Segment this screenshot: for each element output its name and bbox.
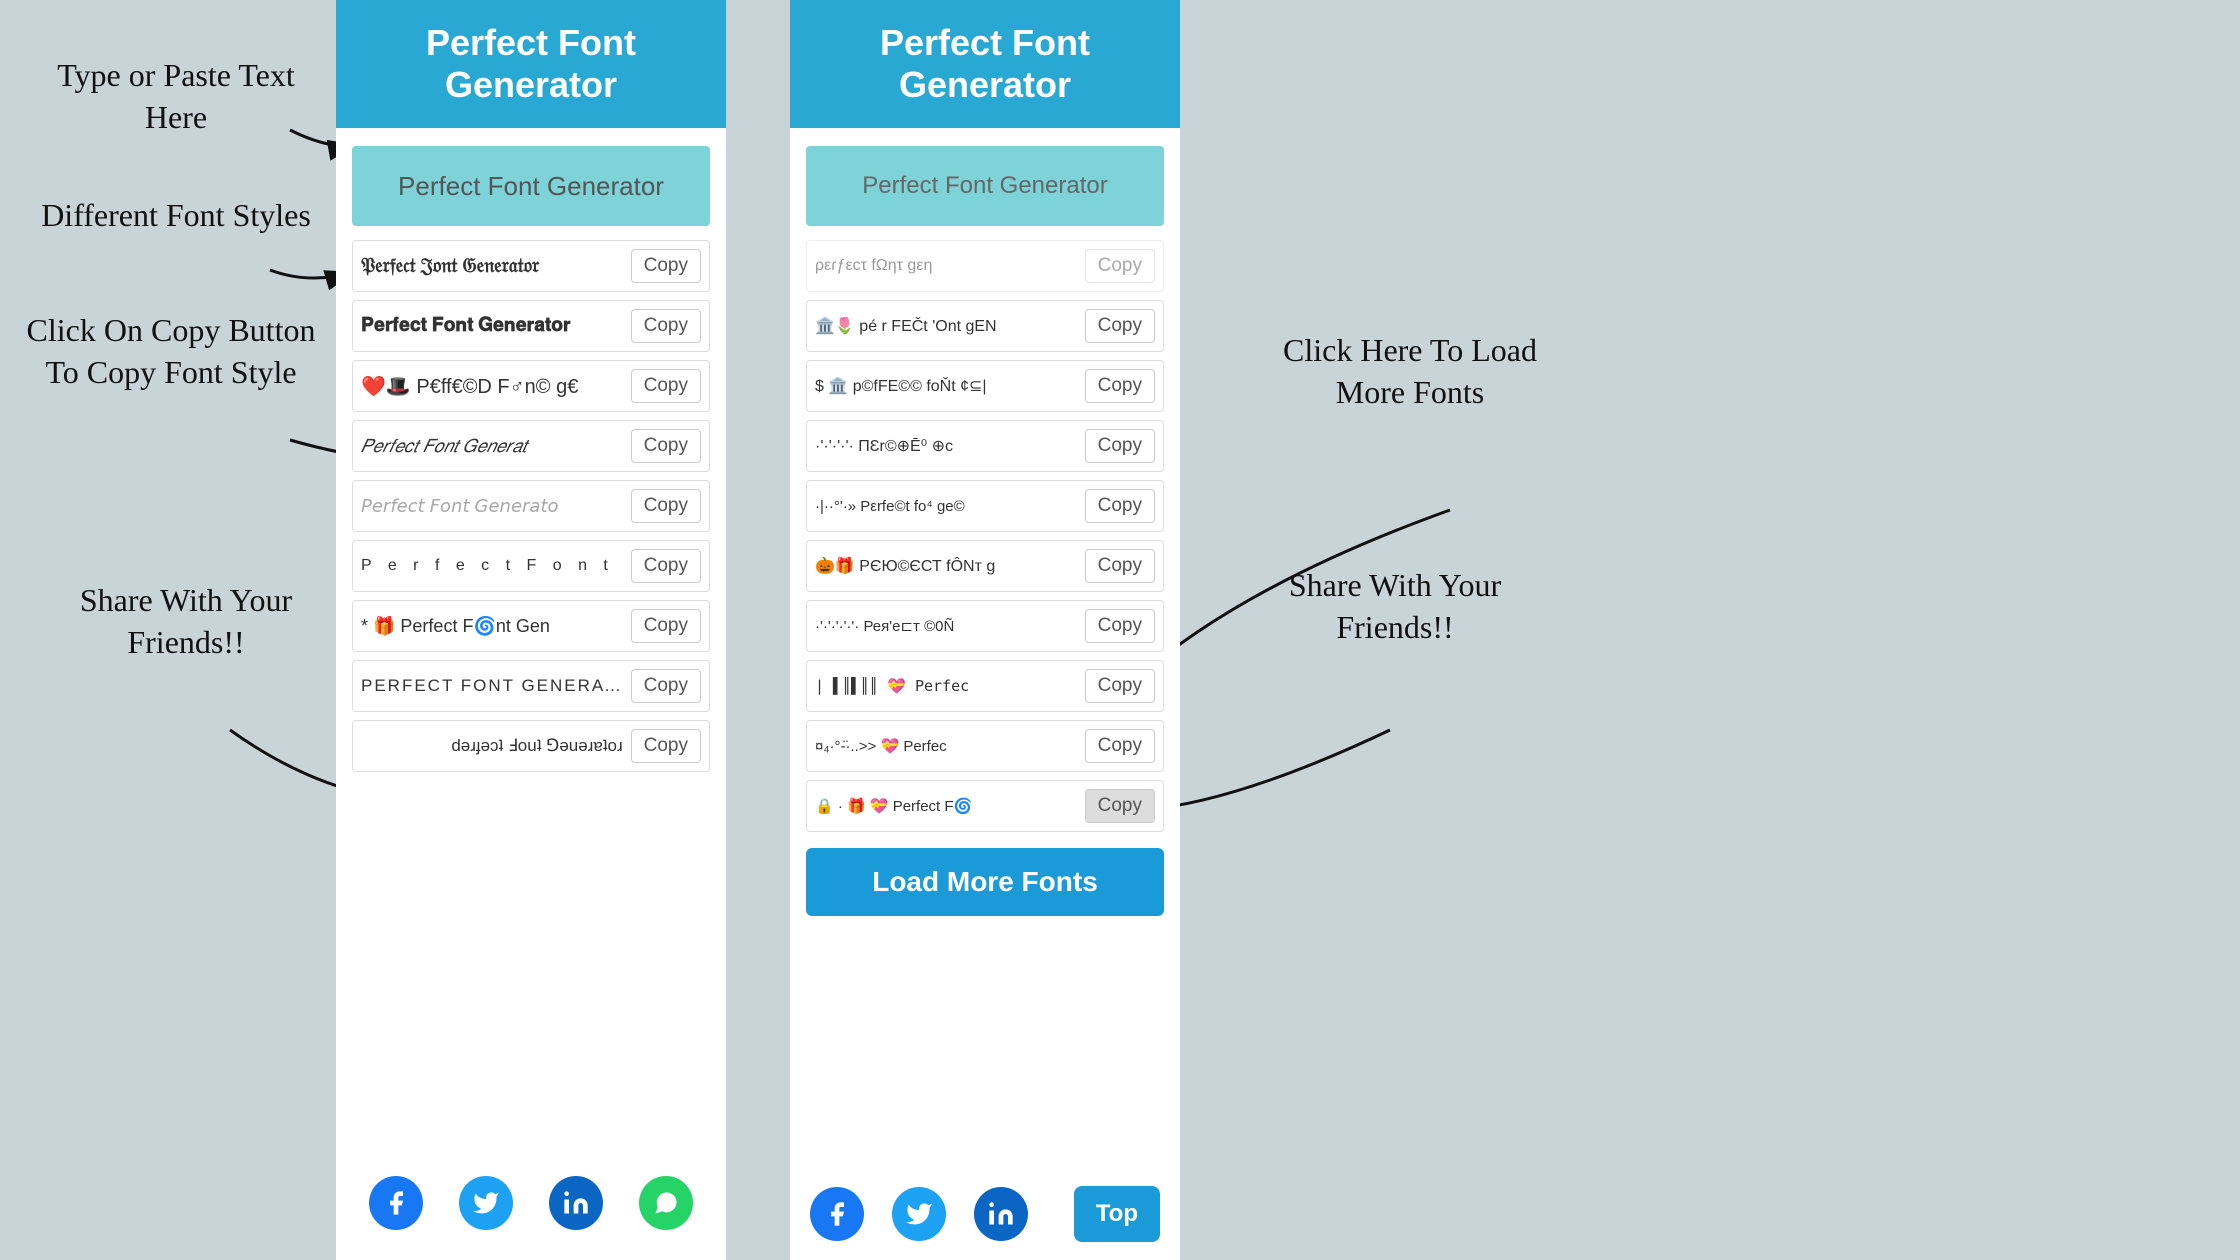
font-text: 𝐏𝐞𝐫𝐟𝐞𝐜𝐭 𝐅𝐨𝐧𝐭 𝐆𝐞𝐧𝐞𝐫𝐚𝐭𝐨𝐫: [361, 315, 623, 337]
font-text: 🎃🎁 РЄЮ©ЄСТ fÔNт g: [815, 556, 1077, 576]
copy-button-r0[interactable]: Copy: [1085, 249, 1155, 283]
font-text: 𝑃𝑒𝑟𝑓𝑒𝑐𝑡 𝐹𝑜𝑛𝑡 𝐺𝑒𝑛𝑒𝑟𝑎𝑡: [361, 436, 623, 457]
font-row-emoji1: ❤️🎩 P€ff€©D F♂n© g€ Copy: [352, 360, 710, 412]
font-row-upper: PERFECT FONT GENERATOR Copy: [352, 660, 710, 712]
copy-button-italic2[interactable]: Copy: [631, 489, 701, 523]
annotation-load-more: Click Here To Load More Fonts: [1250, 330, 1570, 413]
copy-button-fraktur[interactable]: Copy: [631, 249, 701, 283]
font-text: 𝘗𝘦𝘳𝘧𝘦𝘤𝘵 𝘍𝘰𝘯𝘵 𝘎𝘦𝘯𝘦𝘳𝘢𝘵𝘰: [361, 496, 623, 517]
copy-button-r1[interactable]: Copy: [1085, 309, 1155, 343]
font-row-spaced: P e r f e c t F o n t Copy: [352, 540, 710, 592]
copy-button-upper[interactable]: Copy: [631, 669, 701, 703]
font-row-r4: ·|··°'·» Ρεrfe©t fo⁴ ge© Copy: [806, 480, 1164, 532]
font-text: $ 🏛️ p©fFE©© foŇt ¢⊆|: [815, 376, 1077, 396]
font-text: * 🎁 Perfect F🌀nt Gen: [361, 616, 623, 637]
font-text: ɹoʇɐɹǝuǝ⅁ ʇuoℲ ʇɔǝɟɹǝd: [361, 736, 623, 756]
font-row-flip: ɹoʇɐɹǝuǝ⅁ ʇuoℲ ʇɔǝɟɹǝd Copy: [352, 720, 710, 772]
font-text: ¤₄·°-̈·..>> 💝 Perfec: [815, 737, 1077, 755]
copy-button-r7[interactable]: Copy: [1085, 669, 1155, 703]
copy-button-r4[interactable]: Copy: [1085, 489, 1155, 523]
font-row-r3: ·'·'·'·'· ΠƐr©⊕Ē⁰ ⊕c Copy: [806, 420, 1164, 472]
copy-button-r3[interactable]: Copy: [1085, 429, 1155, 463]
font-row-r1: 🏛️🌷 pé r FEČt 'Ont gEN Copy: [806, 300, 1164, 352]
twitter-icon[interactable]: [459, 1176, 513, 1230]
annotation-type: Type or Paste Text Here: [36, 55, 316, 138]
left-panel-header: Perfect Font Generator: [336, 0, 726, 128]
left-panel: Perfect Font Generator Perfect Font Gene…: [336, 0, 726, 1260]
font-text: ·|··°'·» Ρεrfe©t fo⁴ ge©: [815, 498, 1077, 515]
font-text: PERFECT FONT GENERATOR: [361, 676, 623, 696]
font-text: ·'·'·'·'·'· Рея'е⊏т ©0Ñ: [815, 617, 1077, 635]
left-text-input[interactable]: Perfect Font Generator: [352, 146, 710, 226]
copy-button-r9[interactable]: Copy: [1085, 789, 1155, 823]
twitter-icon-right[interactable]: [892, 1187, 946, 1241]
linkedin-icon-right[interactable]: [974, 1187, 1028, 1241]
font-row-r9: 🔒 · 🎁 💝 Perfect F🌀 Copy: [806, 780, 1164, 832]
copy-button-bold[interactable]: Copy: [631, 309, 701, 343]
facebook-icon-right[interactable]: [810, 1187, 864, 1241]
social-share-left: [336, 1146, 726, 1260]
font-row-emoji2: * 🎁 Perfect F🌀nt Gen Copy: [352, 600, 710, 652]
font-text: ·'·'·'·'· ΠƐr©⊕Ē⁰ ⊕c: [815, 436, 1077, 456]
copy-button-r8[interactable]: Copy: [1085, 729, 1155, 763]
font-text: ❤️🎩 P€ff€©D F♂n© g€: [361, 374, 623, 399]
font-text: P e r f e c t F o n t: [361, 557, 623, 575]
social-share-right: Top: [790, 1168, 1180, 1260]
font-row-italic2: 𝘗𝘦𝘳𝘧𝘦𝘤𝘵 𝘍𝘰𝘯𝘵 𝘎𝘦𝘯𝘦𝘳𝘢𝘵𝘰 Copy: [352, 480, 710, 532]
copy-button-emoji1[interactable]: Copy: [631, 369, 701, 403]
copy-button-r2[interactable]: Copy: [1085, 369, 1155, 403]
font-text: 🔒 · 🎁 💝 Perfect F🌀: [815, 797, 1077, 815]
top-button[interactable]: Top: [1074, 1186, 1160, 1242]
annotation-share-right: Share With Your Friends!!: [1245, 565, 1545, 648]
font-row-r8: ¤₄·°-̈·..>> 💝 Perfec Copy: [806, 720, 1164, 772]
copy-button-emoji2[interactable]: Copy: [631, 609, 701, 643]
right-text-input[interactable]: Perfect Font Generator: [806, 146, 1164, 226]
copy-button-italic1[interactable]: Copy: [631, 429, 701, 463]
whatsapp-icon[interactable]: [639, 1176, 693, 1230]
font-row-r2: $ 🏛️ p©fFE©© foŇt ¢⊆| Copy: [806, 360, 1164, 412]
font-row-r0: ρεɾƒεcτ fΩητ gεη Copy: [806, 240, 1164, 292]
font-row-fraktur: 𝔓𝔢𝔯𝔣𝔢𝔠𝔱 𝔍𝔬𝔫𝔱 𝔊𝔢𝔫𝔢𝔯𝔞𝔱𝔬𝔯 Copy: [352, 240, 710, 292]
load-more-button[interactable]: Load More Fonts: [806, 848, 1164, 916]
font-row-r7: | ▌║▌║║ 💝 Perfec Copy: [806, 660, 1164, 712]
copy-button-flip[interactable]: Copy: [631, 729, 701, 763]
font-text: 🏛️🌷 pé r FEČt 'Ont gEN: [815, 316, 1077, 336]
right-panel-header: Perfect Font Generator: [790, 0, 1180, 128]
copy-button-r6[interactable]: Copy: [1085, 609, 1155, 643]
right-panel: Perfect Font Generator Perfect Font Gene…: [790, 0, 1180, 1260]
facebook-icon[interactable]: [369, 1176, 423, 1230]
annotation-styles: Different Font Styles: [36, 195, 316, 237]
font-text: | ▌║▌║║ 💝 Perfec: [815, 677, 1077, 695]
copy-button-r5[interactable]: Copy: [1085, 549, 1155, 583]
font-text: ρεɾƒεcτ fΩητ gεη: [815, 257, 1077, 275]
font-row-r5: 🎃🎁 РЄЮ©ЄСТ fÔNт g Copy: [806, 540, 1164, 592]
annotation-share-left: Share With Your Friends!!: [56, 580, 316, 663]
annotation-copy: Click On Copy Button To Copy Font Style: [26, 310, 316, 393]
font-row-bold: 𝐏𝐞𝐫𝐟𝐞𝐜𝐭 𝐅𝐨𝐧𝐭 𝐆𝐞𝐧𝐞𝐫𝐚𝐭𝐨𝐫 Copy: [352, 300, 710, 352]
linkedin-icon[interactable]: [549, 1176, 603, 1230]
font-text: 𝔓𝔢𝔯𝔣𝔢𝔠𝔱 𝔍𝔬𝔫𝔱 𝔊𝔢𝔫𝔢𝔯𝔞𝔱𝔬𝔯: [361, 255, 623, 278]
font-row-r6: ·'·'·'·'·'· Рея'е⊏т ©0Ñ Copy: [806, 600, 1164, 652]
copy-button-spaced[interactable]: Copy: [631, 549, 701, 583]
font-row-italic1: 𝑃𝑒𝑟𝑓𝑒𝑐𝑡 𝐹𝑜𝑛𝑡 𝐺𝑒𝑛𝑒𝑟𝑎𝑡 Copy: [352, 420, 710, 472]
